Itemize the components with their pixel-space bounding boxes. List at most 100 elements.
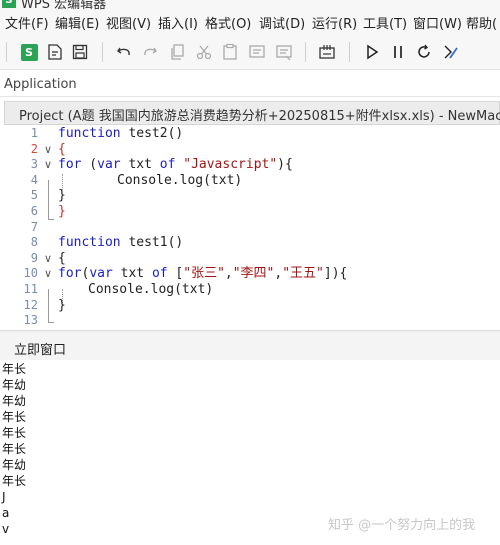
code-line[interactable]: 6 }: [0, 204, 500, 220]
toolbar-separator: [305, 42, 306, 62]
code-text: }: [58, 204, 66, 219]
code-line[interactable]: 4 Console.log(txt): [0, 173, 500, 189]
code-line[interactable]: 5 }: [0, 188, 500, 204]
code-token: ]){: [323, 266, 348, 282]
uncomment-block-button[interactable]: [273, 41, 295, 63]
code-text: }: [58, 188, 66, 204]
redo-icon: [144, 47, 157, 56]
menu-view[interactable]: 视图(V): [106, 13, 151, 32]
project-tab[interactable]: Project (A题 我国国内旅游总消费趋势分析+20250815+附件xls…: [4, 101, 500, 125]
new-module-icon: [48, 44, 62, 60]
code-token: txt: [120, 157, 160, 173]
line-number: 3: [30, 157, 38, 172]
output-line: 年长: [2, 410, 27, 424]
code-token: txt: [112, 266, 152, 282]
line-number: 5: [30, 188, 38, 203]
output-line: 年幼: [2, 394, 27, 408]
debug-button[interactable]: [440, 41, 462, 63]
fold-toggle-icon[interactable]: ∨: [42, 266, 54, 282]
code-line[interactable]: 8 function test1(): [0, 235, 500, 251]
scissors-icon: [196, 45, 212, 60]
code-text: function test2(): [58, 126, 183, 142]
code-line-active[interactable]: 2 ∨ {: [0, 142, 500, 158]
application-divider: [0, 96, 500, 97]
cut-button[interactable]: [193, 41, 215, 63]
new-module-button[interactable]: [44, 41, 66, 63]
immediate-window-button[interactable]: [316, 41, 338, 63]
keyword: var: [89, 266, 113, 282]
toolbar-grip: [6, 42, 7, 62]
toolbar-separator: [349, 42, 350, 62]
menu-format[interactable]: 格式(O): [205, 13, 251, 32]
undo-icon: [117, 47, 130, 56]
reset-icon: [418, 44, 430, 58]
code-line[interactable]: 11 Console.log(txt): [0, 282, 500, 298]
title-bar: S WPS 宏编辑器: [0, 0, 500, 10]
menu-insert[interactable]: 插入(I): [158, 13, 198, 32]
code-token: [: [167, 266, 184, 282]
code-line[interactable]: 9 ∨ {: [0, 251, 500, 267]
code-token: test2(): [120, 126, 184, 141]
pause-button[interactable]: [387, 41, 409, 63]
fold-toggle-icon[interactable]: ∨: [42, 157, 54, 173]
code-line[interactable]: 7: [0, 220, 500, 236]
output-line: 年幼: [2, 378, 27, 392]
wps-app-button[interactable]: S: [18, 41, 40, 63]
paste-button[interactable]: [219, 41, 241, 63]
code-token: ){: [277, 157, 293, 173]
code-editor[interactable]: 1 function test2() 2 ∨ { 3 ∨ for (var tx…: [0, 126, 500, 329]
code-line[interactable]: 3 ∨ for (var txt of "Javascript"){: [0, 157, 500, 173]
code-line[interactable]: 12 }: [0, 298, 500, 314]
wps-app-icon: S: [20, 43, 38, 61]
keyword: var: [97, 157, 121, 173]
play-icon: [367, 44, 379, 60]
menu-window[interactable]: 窗口(W): [413, 13, 462, 32]
comment-block-button[interactable]: [246, 41, 268, 63]
code-line[interactable]: 10 ∨ for(var txt of ["张三","李四","王五"]){: [0, 266, 500, 282]
line-number: 12: [23, 297, 38, 312]
debug-icon: [444, 45, 458, 59]
run-button[interactable]: [361, 41, 383, 63]
uncomment-block-icon: [276, 45, 292, 61]
fold-toggle-icon[interactable]: ∨: [42, 251, 54, 267]
output-line: 年长: [2, 442, 27, 456]
immediate-window-icon: [319, 45, 335, 59]
redo-button[interactable]: [139, 41, 161, 63]
menu-tools[interactable]: 工具(T): [363, 13, 407, 32]
undo-button[interactable]: [113, 41, 135, 63]
menu-help[interactable]: 帮助(: [466, 13, 497, 32]
code-text: for (var txt of "Javascript"){: [58, 157, 293, 173]
keyword: function: [58, 126, 121, 141]
menu-edit[interactable]: 编辑(E): [55, 13, 99, 32]
code-token: ,: [224, 266, 233, 282]
project-title: Project (A题 我国国内旅游总消费趋势分析+20250815+附件xls…: [19, 109, 500, 124]
output-line: 年幼: [2, 458, 27, 472]
line-number-active: 2: [30, 141, 38, 156]
application-label: Application: [4, 77, 77, 92]
window-title: WPS 宏编辑器: [21, 0, 107, 10]
menu-file[interactable]: 文件(F): [5, 13, 49, 32]
keyword: for: [58, 266, 82, 282]
save-icon: [72, 44, 88, 60]
code-line[interactable]: 13: [0, 313, 500, 329]
menu-run[interactable]: 运行(R): [312, 13, 357, 32]
code-text: {: [58, 141, 66, 157]
code-line[interactable]: 1 function test2(): [0, 126, 500, 142]
copy-button[interactable]: [166, 41, 188, 63]
menu-debug[interactable]: 调试(D): [259, 13, 305, 32]
comment-block-icon: [249, 45, 265, 58]
copy-icon: [171, 44, 184, 60]
code-text: for(var txt of ["张三","李四","王五"]){: [58, 266, 347, 282]
code-text: function test1(): [58, 235, 183, 251]
menu-bar: 文件(F) 编辑(E) 视图(V) 插入(I) 格式(O) 调试(D) 运行(R…: [0, 10, 500, 34]
fold-toggle-icon[interactable]: ∨: [42, 142, 54, 158]
code-text: Console.log(txt): [88, 282, 214, 297]
keyword: for: [58, 157, 82, 173]
reset-button[interactable]: [413, 41, 435, 63]
keyword: of: [151, 266, 168, 282]
string-literal: "李四": [232, 266, 275, 282]
line-number: 6: [30, 204, 38, 218]
save-button[interactable]: [69, 41, 91, 63]
code-token: (: [81, 157, 98, 173]
output-line: 年长: [2, 426, 27, 440]
